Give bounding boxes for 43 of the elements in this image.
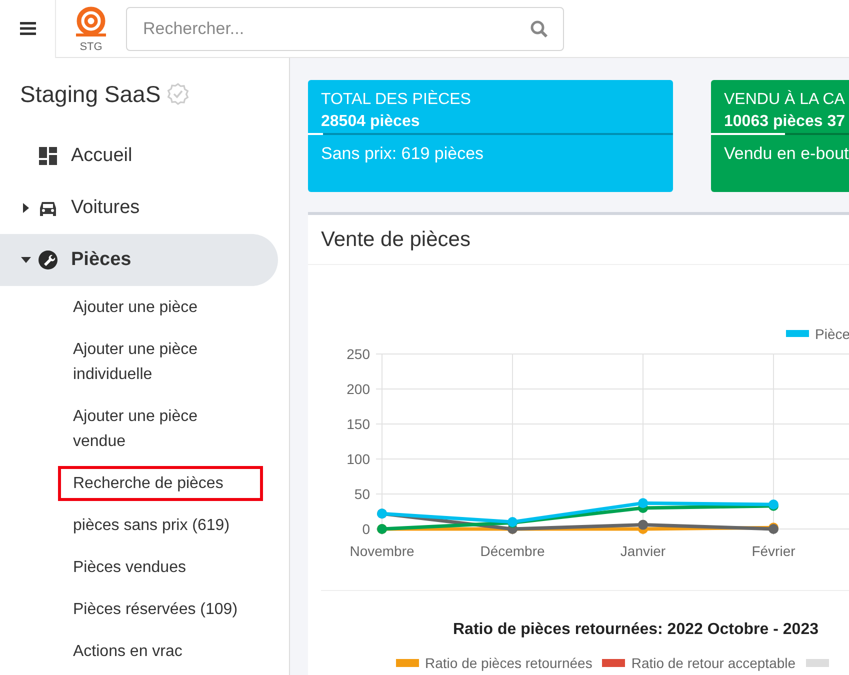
axis-label: 100 (346, 451, 370, 467)
axis-label: 50 (354, 486, 370, 502)
point (638, 520, 648, 530)
stat-value: 10063 pièces 37 (724, 112, 846, 132)
search-icon (530, 20, 548, 38)
nav-subitem[interactable]: pièces sans prix (619) (58, 508, 263, 543)
nav-item[interactable]: Voitures (0, 182, 278, 234)
menu-button[interactable] (0, 0, 56, 58)
nav-subitem[interactable]: Recherche de pièces (58, 466, 263, 501)
wrench-icon (38, 250, 58, 270)
dashboard-icon (38, 146, 58, 166)
nav-item[interactable]: Pièces (0, 234, 278, 286)
chart-title: Ratio de pièces retournées: 2022 Octobre - 2023 (453, 621, 820, 639)
legend-label: Ratio de retour acceptable (631, 655, 796, 671)
nav-subitem[interactable]: Actions en vrac (58, 634, 263, 669)
stat-footer: Vendu en e-bout (711, 135, 849, 173)
axis-label: Décembre (480, 543, 545, 559)
nav-subitem[interactable]: Pièces vendues (58, 550, 263, 585)
nav-subitem[interactable]: Ajouter une pièce vendue (58, 399, 263, 459)
axis-label: Février (752, 543, 796, 559)
panel-title: Vente de pièces (321, 228, 470, 252)
axis-label: 150 (346, 416, 370, 432)
verified-badge-icon (166, 83, 189, 105)
axis-label: 200 (346, 381, 370, 397)
axis-label: Novembre (350, 543, 414, 559)
legend-label: Pièce (815, 326, 849, 342)
axis-label: 0 (362, 521, 370, 537)
stat-footer: Sans prix: 619 pièces (308, 135, 673, 173)
nav-item[interactable]: Accueil (0, 130, 278, 182)
axis-label: Janvier (620, 543, 666, 559)
legend-label: Ratio de pièces retournées (425, 655, 592, 671)
axis-label: 250 (346, 346, 370, 362)
search-field[interactable]: Rechercher... (126, 6, 564, 50)
workspace-title: Staging SaaS (20, 80, 161, 108)
nav-subitem[interactable]: Ajouter une pièce (58, 290, 263, 325)
menu-icon (20, 22, 36, 35)
legend-item: Pièce (786, 326, 849, 342)
point (638, 498, 648, 508)
nav-subitem[interactable]: Ajouter une pièce individuelle (58, 332, 263, 392)
stat-value: 28504 pièces (321, 112, 421, 132)
stat-title: VENDU À LA CA (724, 90, 846, 110)
stat-title: TOTAL DES PIÈCES (321, 90, 472, 110)
nav-subitem[interactable]: Pièces réservées (109) (58, 592, 263, 627)
